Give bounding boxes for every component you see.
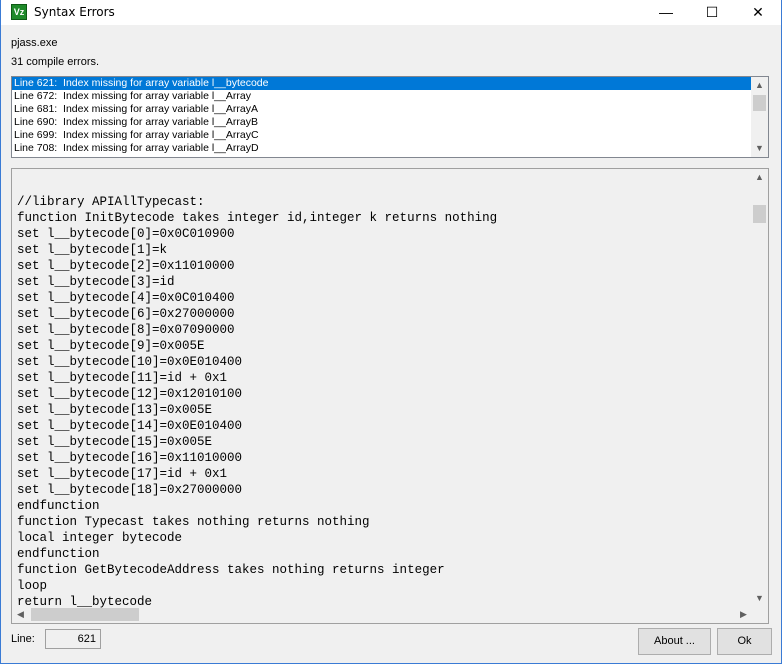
code-line: set l__bytecode[2]=0x11010000 [17,259,235,273]
line-number-field[interactable]: 621 [45,629,101,649]
error-list[interactable]: Line 621: Index missing for array variab… [11,76,769,158]
code-line: function InitBytecode takes integer id,i… [17,211,498,225]
code-line: set l__bytecode[8]=0x07090000 [17,323,235,337]
scroll-thumb[interactable] [753,205,766,223]
error-summary: 31 compile errors. [11,56,100,68]
window-title: Syntax Errors [34,5,115,19]
code-line: function GetBytecodeAddress takes nothin… [17,563,445,577]
code-line: endfunction [17,547,100,561]
code-line: set l__bytecode[11]=id + 0x1 [17,371,228,385]
code-hscrollbar[interactable]: ◀ ▶ [12,606,752,623]
tool-label: pjass.exe [11,37,58,49]
error-list-scrollbar[interactable]: ▲ ▼ [751,77,768,157]
error-list-item[interactable]: Line 708: Index missing for array variab… [12,142,768,155]
code-line: local integer bytecode [17,531,183,545]
code-line: set l__bytecode[12]=0x12010100 [17,387,243,401]
error-list-item[interactable]: Line 621: Index missing for array variab… [12,77,768,90]
code-line: endfunction [17,499,100,513]
code-line: set l__bytecode[9]=0x005E [17,339,205,353]
code-line: set l__bytecode[4]=0x0C010400 [17,291,235,305]
minimize-button[interactable]: — [643,0,689,25]
scroll-down-icon[interactable]: ▼ [751,590,768,607]
scroll-thumb[interactable] [31,608,139,621]
code-line: set l__bytecode[14]=0x0E010400 [17,419,243,433]
scroll-right-icon[interactable]: ▶ [735,606,752,623]
app-icon: Vz [11,4,27,20]
error-list-item[interactable]: Line 690: Index missing for array variab… [12,116,768,129]
code-line: set l__bytecode[18]=0x27000000 [17,483,243,497]
line-label: Line: [11,633,35,645]
code-line: set l__bytecode[1]=k [17,243,168,257]
about-button[interactable]: About ... [638,628,711,655]
ok-button[interactable]: Ok [717,628,772,655]
code-line: set l__bytecode[15]=0x005E [17,435,213,449]
scroll-thumb[interactable] [753,95,766,111]
scroll-left-icon[interactable]: ◀ [12,606,29,623]
error-list-item[interactable]: Line 681: Index missing for array variab… [12,103,768,116]
error-list-item[interactable]: Line 672: Index missing for array variab… [12,90,768,103]
code-line: set l__bytecode[6]=0x27000000 [17,307,235,321]
scroll-up-icon[interactable]: ▲ [751,169,768,186]
error-list-item[interactable]: Line 699: Index missing for array variab… [12,129,768,142]
code-line: //library APIAllTypecast: [17,195,205,209]
code-line: set l__bytecode[16]=0x11010000 [17,451,243,465]
code-view[interactable]: //library APIAllTypecast: function InitBy… [11,168,769,624]
scroll-up-icon[interactable]: ▲ [751,77,768,94]
code-line: loop [17,579,48,593]
code-line: set l__bytecode[13]=0x005E [17,403,213,417]
maximize-button[interactable]: ☐ [689,0,735,25]
close-button[interactable]: ✕ [735,0,781,25]
code-line: set l__bytecode[0]=0x0C010900 [17,227,235,241]
code-line: set l__bytecode[10]=0x0E010400 [17,355,243,369]
code-line: set l__bytecode[17]=id + 0x1 [17,467,228,481]
code-line: function Typecast takes nothing returns … [17,515,370,529]
code-vscrollbar[interactable]: ▲ ▼ [751,169,768,607]
scroll-down-icon[interactable]: ▼ [751,140,768,157]
title-bar: Vz Syntax Errors — ☐ ✕ [1,0,781,25]
code-line: set l__bytecode[3]=id [17,275,175,289]
